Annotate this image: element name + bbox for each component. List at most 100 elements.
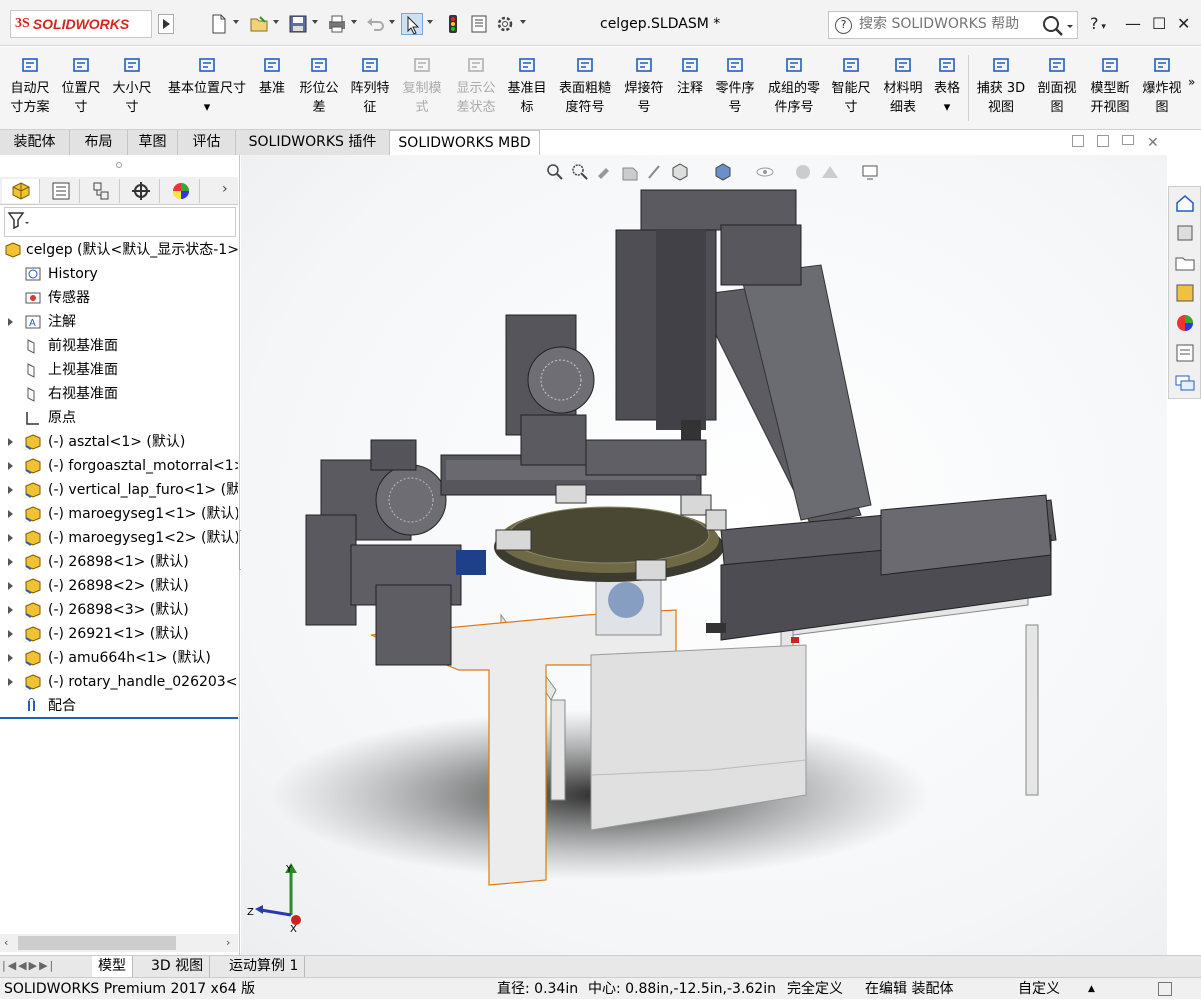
menu-expand-arrow[interactable] <box>158 14 174 34</box>
expand-arrow-icon[interactable] <box>8 630 13 638</box>
ribbon-button-2[interactable]: 大小尺寸 <box>108 53 156 117</box>
tab-3[interactable]: 评估 <box>178 130 236 155</box>
tree-item[interactable]: 原点 <box>0 406 238 430</box>
expand-arrow-icon[interactable] <box>8 486 13 494</box>
ribbon-button-1[interactable]: 位置尺寸 <box>57 53 105 117</box>
minimize-button[interactable]: — <box>1125 14 1141 33</box>
tree-item[interactable]: (-) forgoasztal_motorral<1> <box>0 454 238 478</box>
undo-icon[interactable] <box>364 13 386 35</box>
tree-item[interactable]: 传感器 <box>0 286 238 310</box>
ribbon-button-14[interactable]: 成组的零 件序号 <box>762 53 826 117</box>
tree-item[interactable]: 前视基准面 <box>0 334 238 358</box>
tab-motion-study[interactable]: 运动算例 1 <box>223 956 306 977</box>
ribbon-button-6[interactable]: 阵列特征 <box>346 53 394 117</box>
display-style-icon[interactable] <box>713 162 733 182</box>
tab-0[interactable]: 装配体 <box>0 130 70 155</box>
view-palette-icon[interactable] <box>1173 281 1197 305</box>
search-input[interactable] <box>859 16 1039 32</box>
custom-properties-icon[interactable] <box>1173 341 1197 365</box>
expand-arrow-icon[interactable] <box>8 678 13 686</box>
save-icon[interactable] <box>287 13 309 35</box>
tree-item[interactable]: (-) 26898<2> (默认) <box>0 574 238 598</box>
tree-item[interactable]: 上视基准面 <box>0 358 238 382</box>
tree-item[interactable]: A 注解 <box>0 310 238 334</box>
expand-arrow-icon[interactable] <box>8 462 13 470</box>
view-settings-icon[interactable] <box>860 162 880 182</box>
search-icon[interactable] <box>1039 14 1075 38</box>
dimxpert-manager-tab[interactable] <box>122 179 160 203</box>
status-units[interactable]: 自定义 <box>1018 978 1060 1000</box>
view-orientation-icon[interactable] <box>670 162 690 182</box>
expand-arrow-icon[interactable] <box>8 654 13 662</box>
help-menu-button[interactable]: ? ▾ <box>1090 14 1106 33</box>
new-dropdown-icon[interactable] <box>233 20 239 24</box>
previous-view-icon[interactable] <box>595 162 615 182</box>
new-document-icon[interactable] <box>208 13 230 35</box>
zoom-to-fit-icon[interactable] <box>545 162 565 182</box>
file-explorer-icon[interactable] <box>1173 251 1197 275</box>
expand-arrow-icon[interactable] <box>8 510 13 518</box>
filter-icon[interactable] <box>5 208 31 234</box>
ribbon-button-21[interactable]: 爆炸视图 <box>1137 53 1187 117</box>
print-dropdown-icon[interactable] <box>351 20 357 24</box>
ribbon-button-20[interactable]: 模型断 开视图 <box>1085 53 1135 117</box>
ribbon-button-7[interactable]: 复制模式 <box>398 53 446 117</box>
open-document-icon[interactable] <box>248 13 270 35</box>
tab-nav-arrows-icon[interactable]: |◀◀▶▶| <box>2 959 55 972</box>
appearances-icon[interactable] <box>1173 311 1197 335</box>
print-icon[interactable] <box>326 13 348 35</box>
ribbon-button-15[interactable]: 智能尺寸 <box>828 53 874 117</box>
feature-tree-tab[interactable] <box>2 179 40 203</box>
tab-1[interactable]: 布局 <box>70 130 128 155</box>
tree-item[interactable]: (-) maroegyseg1<2> (默认) <box>0 526 238 550</box>
tab-model[interactable]: 模型 <box>92 956 133 977</box>
ribbon-more-icon[interactable]: » <box>1188 75 1195 89</box>
zoom-to-area-icon[interactable] <box>570 162 590 182</box>
restore-button[interactable]: ☐ <box>1152 14 1166 33</box>
ribbon-button-8[interactable]: 显示公 差状态 <box>450 53 502 117</box>
home-icon[interactable] <box>1173 191 1197 215</box>
ribbon-button-4[interactable]: 基准 <box>256 53 288 98</box>
tile-right-icon[interactable] <box>1097 135 1109 147</box>
tab-4[interactable]: SOLIDWORKS 插件 <box>236 130 390 155</box>
display-manager-tab[interactable] <box>162 179 200 203</box>
options-gear-icon[interactable] <box>494 13 516 35</box>
scroll-left-icon[interactable]: ‹ <box>4 936 8 949</box>
close-button[interactable]: ✕ <box>1177 14 1190 33</box>
section-view-icon[interactable] <box>620 162 640 182</box>
assembly-model-view[interactable]: Y Z X <box>241 155 1167 955</box>
tree-filter-box[interactable] <box>4 207 236 237</box>
tree-item[interactable]: (-) 26898<3> (默认) <box>0 598 238 622</box>
ribbon-button-19[interactable]: 剖面视图 <box>1033 53 1081 117</box>
edit-appearance-icon[interactable] <box>793 162 813 182</box>
ribbon-button-13[interactable]: 零件序号 <box>710 53 760 117</box>
expand-arrow-icon[interactable] <box>8 582 13 590</box>
expand-arrow-icon[interactable] <box>8 318 13 326</box>
tree-horizontal-scrollbar[interactable]: ‹ › <box>0 934 238 952</box>
tree-item[interactable]: 配合 <box>0 694 238 718</box>
tree-root[interactable]: celgep (默认<默认_显示状态-1>) <box>0 238 238 262</box>
solidworks-logo[interactable]: 3S SOLIDWORKS <box>10 10 152 38</box>
design-library-icon[interactable] <box>1173 221 1197 245</box>
graphics-area[interactable]: Y Z X <box>241 155 1167 955</box>
tree-item[interactable]: (-) amu664h<1> (默认) <box>0 646 238 670</box>
forum-icon[interactable] <box>1173 371 1197 395</box>
apply-scene-icon[interactable] <box>820 162 840 182</box>
property-manager-tab[interactable] <box>42 179 80 203</box>
tree-item[interactable]: (-) vertical_lap_furo<1> (默认) <box>0 478 238 502</box>
help-search-box[interactable]: ? <box>828 11 1078 39</box>
tree-item[interactable]: History <box>0 262 238 286</box>
ribbon-button-18[interactable]: 捕获 3D 视图 <box>973 53 1029 117</box>
ribbon-button-17[interactable]: 表格 ▾ <box>930 53 964 117</box>
units-dropdown-icon[interactable]: ▲ <box>1088 978 1095 1000</box>
tab-5[interactable]: SOLIDWORKS MBD <box>390 130 540 155</box>
tree-item[interactable]: 右视基准面 <box>0 382 238 406</box>
open-dropdown-icon[interactable] <box>273 20 279 24</box>
expand-arrow-icon[interactable] <box>8 558 13 566</box>
tab-2[interactable]: 草图 <box>128 130 178 155</box>
tab-3d-view[interactable]: 3D 视图 <box>145 956 211 977</box>
ribbon-button-9[interactable]: 基准目标 <box>503 53 551 117</box>
scroll-thumb[interactable] <box>18 936 176 950</box>
configuration-manager-tab[interactable] <box>82 179 120 203</box>
ribbon-button-3[interactable]: 基本位置尺寸 ▾ <box>162 53 252 117</box>
